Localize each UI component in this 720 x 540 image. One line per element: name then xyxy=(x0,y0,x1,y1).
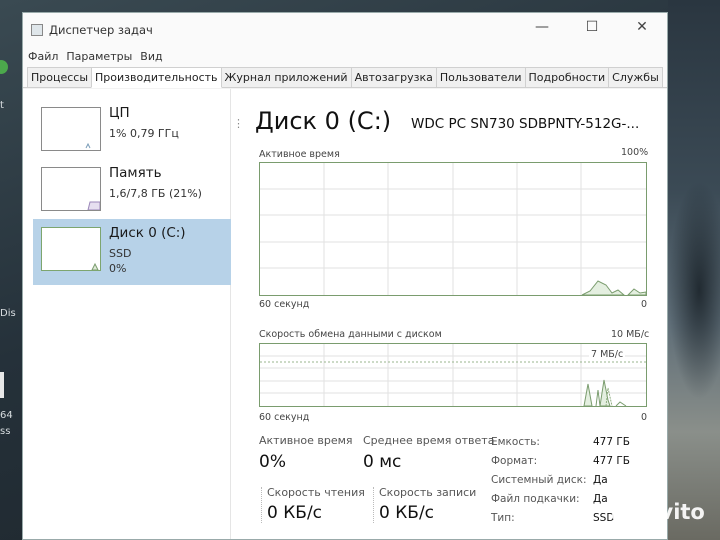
page-file-label: Файл подкачки: xyxy=(491,493,580,505)
system-disk-label: Системный диск: xyxy=(491,474,587,486)
disk-model: WDC PC SN730 SDBPNTY-512G-... xyxy=(411,116,640,132)
type-label: Тип: xyxy=(491,512,515,524)
task-manager-window: Диспетчер задач — ☐ ✕ Файл Параметры Вид… xyxy=(22,12,668,540)
tab-users[interactable]: Пользователи xyxy=(435,67,526,87)
active-time-value: 0% xyxy=(259,452,286,472)
menu-file[interactable]: Файл xyxy=(28,50,58,63)
graph2-time: 60 секунд xyxy=(259,412,310,423)
format-label: Формат: xyxy=(491,455,538,467)
maximize-button[interactable]: ☐ xyxy=(567,13,617,41)
avito-watermark-text: Avito xyxy=(644,500,705,524)
menu-view[interactable]: Вид xyxy=(140,50,162,63)
graph2-label: Скорость обмена данными с диском xyxy=(259,329,442,340)
avito-logo-icon xyxy=(612,500,640,524)
resource-usage: 1,6/7,8 ГБ (21%) xyxy=(109,187,202,200)
tab-strip: Процессы Производительность Журнал прило… xyxy=(23,66,667,88)
format-value: 477 ГБ xyxy=(593,455,630,467)
close-button[interactable]: ✕ xyxy=(617,13,667,41)
menu-options[interactable]: Параметры xyxy=(66,50,132,63)
resource-item-disk[interactable]: Диск 0 (C:) SSD 0% xyxy=(33,219,231,285)
resource-name: Диск 0 (C:) xyxy=(109,225,186,241)
system-disk-value: Да xyxy=(593,474,608,486)
read-speed-divider xyxy=(261,487,262,523)
active-time-label: Активное время xyxy=(259,434,353,447)
resource-name: ЦП xyxy=(109,105,130,121)
menu-bar: Файл Параметры Вид xyxy=(23,46,667,66)
tab-services[interactable]: Службы xyxy=(608,67,663,87)
read-speed-label: Скорость чтения xyxy=(267,486,365,499)
tab-app-history[interactable]: Журнал приложений xyxy=(220,67,352,87)
tab-details[interactable]: Подробности xyxy=(524,67,610,87)
capacity-label: Емкость: xyxy=(491,436,540,448)
title-bar[interactable]: Диспетчер задач — ☐ ✕ xyxy=(23,13,667,46)
minimize-button[interactable]: — xyxy=(517,13,567,41)
active-time-graph xyxy=(259,162,647,296)
desktop-wallpaper xyxy=(668,0,720,540)
window-title: Диспетчер задач xyxy=(49,22,153,37)
tab-performance[interactable]: Производительность xyxy=(91,67,222,88)
performance-content: ЦП 1% 0,79 ГГц Память 1,6/7,8 ГБ (21%) Д… xyxy=(23,89,667,539)
tab-processes[interactable]: Процессы xyxy=(27,67,93,87)
resource-name: Память xyxy=(109,165,162,181)
resource-list: ЦП 1% 0,79 ГГц Память 1,6/7,8 ГБ (21%) Д… xyxy=(23,89,231,539)
resource-item-memory[interactable]: Память 1,6/7,8 ГБ (21%) xyxy=(33,159,231,225)
desktop-app-icon[interactable] xyxy=(0,60,8,74)
disk-title: Диск 0 (C:) xyxy=(255,107,392,135)
resource-usage: 1% 0,79 ГГц xyxy=(109,127,179,140)
avito-watermark: Avito xyxy=(612,500,705,524)
write-speed-divider xyxy=(373,487,374,523)
cpu-thumbnail-graph xyxy=(41,107,101,151)
resource-type: SSD xyxy=(109,247,132,260)
graph1-time: 60 секунд xyxy=(259,299,310,310)
avg-response-label: Среднее время ответа xyxy=(363,434,495,447)
desktop-label: ss xyxy=(0,426,11,437)
desktop-label: 64 xyxy=(0,410,13,421)
graph2-min: 0 xyxy=(641,412,648,423)
read-speed-value: 0 КБ/с xyxy=(267,503,323,523)
disk-thumbnail-graph xyxy=(41,227,101,271)
resource-item-cpu[interactable]: ЦП 1% 0,79 ГГц xyxy=(33,99,231,165)
desktop-label: t xyxy=(0,100,4,111)
graph2-inner-label: 7 МБ/с xyxy=(589,349,626,360)
splitter-handle[interactable]: ⋮ xyxy=(233,117,244,130)
desktop-tile xyxy=(0,372,4,398)
tab-startup[interactable]: Автозагрузка xyxy=(350,67,437,87)
avg-response-value: 0 мс xyxy=(363,452,402,472)
disk-detail-panel: ⋮ Диск 0 (C:) WDC PC SN730 SDBPNTY-512G-… xyxy=(231,89,667,539)
graph1-max: 100% xyxy=(621,147,649,158)
page-file-value: Да xyxy=(593,493,608,505)
task-manager-icon xyxy=(31,23,43,36)
write-speed-value: 0 КБ/с xyxy=(379,503,435,523)
capacity-value: 477 ГБ xyxy=(593,436,630,448)
graph1-min: 0 xyxy=(641,299,648,310)
resource-usage: 0% xyxy=(109,262,127,275)
graph2-max: 10 МБ/с xyxy=(611,329,650,340)
desktop-label: Dis xyxy=(0,308,16,319)
graph1-label: Активное время xyxy=(259,149,340,160)
memory-thumbnail-graph xyxy=(41,167,101,211)
write-speed-label: Скорость записи xyxy=(379,486,477,499)
